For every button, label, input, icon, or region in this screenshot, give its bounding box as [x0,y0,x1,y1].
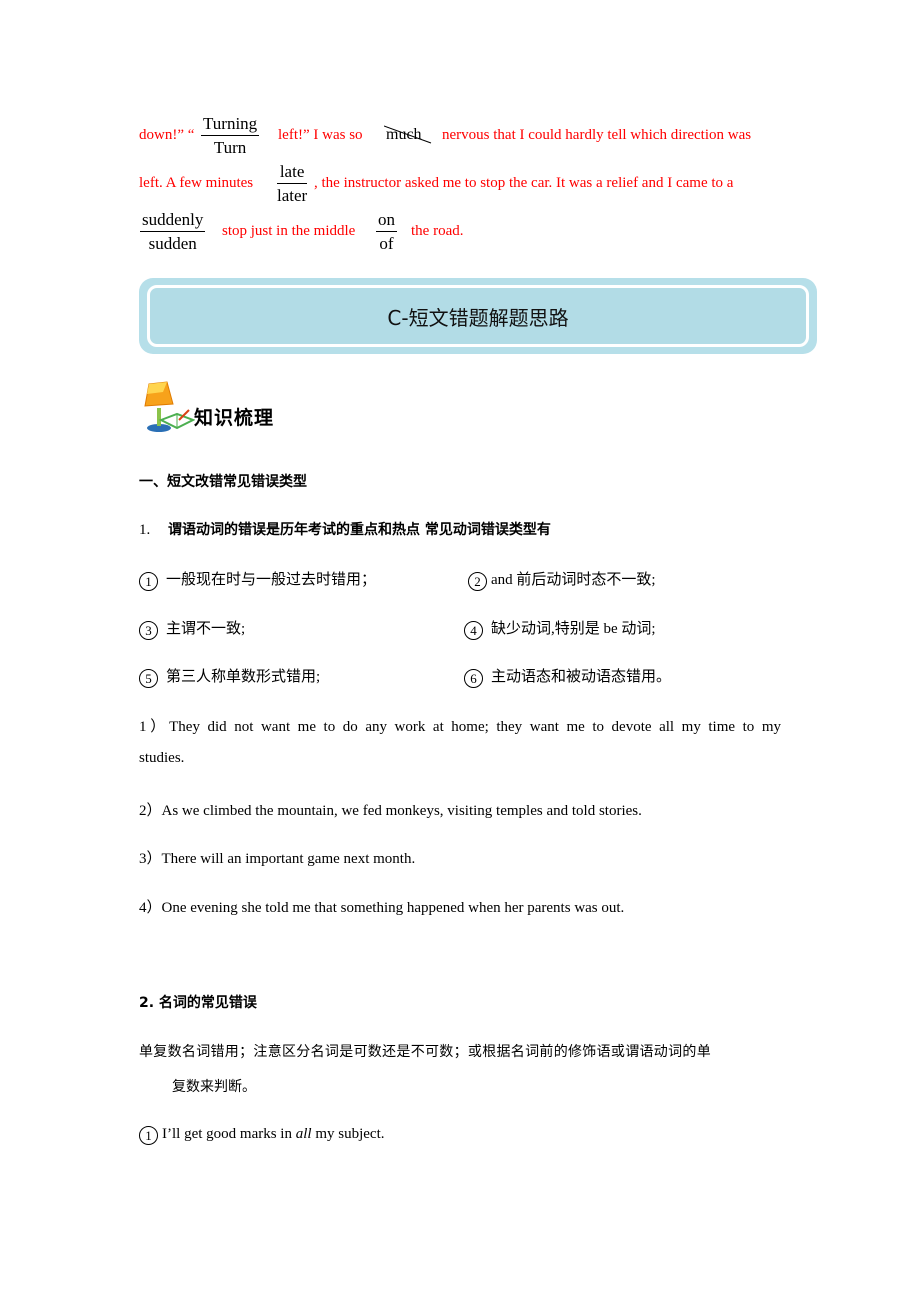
passage-line-1: down!” “ [139,127,194,144]
section-banner: C-短文错题解题思路 [139,278,817,354]
correct-word: suddenly [140,209,206,232]
example-label: 3） [139,851,162,867]
example-sentence: 4）One evening she told me that something… [139,896,624,917]
example-label: 2） [139,803,162,819]
example-sentence: 1）They did not want me to do any work at… [139,715,781,736]
subsection-title: 谓语动词的错误是历年考试的重点和热点 常见动词错误类型有 [168,522,551,538]
correction-turning: Turning Turn [201,113,260,160]
correction-sudden: suddenly sudden [140,209,206,256]
example-sentence: 3）There will an important game next mont… [139,847,415,868]
deleted-word: much [384,125,432,144]
error-type-item: 1 一般现在时与一般过去时错用； [139,568,376,591]
correct-word: on [376,209,397,232]
circled-number: 4 [464,621,483,640]
example-text: As we climbed the mountain, we fed monke… [161,803,642,819]
passage-text: the road. [411,223,464,239]
passage-text: left!” I was so [278,127,363,143]
error-type-item: 4 缺少动词,特别是 be 动词; [464,617,656,640]
section-heading: 一、短文改错常见错误类型 [139,474,307,490]
error-type-item: 2 and 前后动词时态不一致; [468,568,656,591]
knowledge-title: 知识梳理 [194,407,275,429]
example-text: They did not want me to do any work at h… [169,719,781,735]
error-type-item: 6 主动语态和被动语态错用。 [464,665,671,688]
example-continuation: studies. [139,750,185,766]
passage-text: , the instructor asked me to stop the ca… [314,175,734,191]
example-label: 1） [139,719,170,735]
correct-word: late [277,161,308,184]
error-type-text: 一般现在时与一般过去时错用； [166,572,377,588]
passage-text: down!” “ [139,127,195,143]
passage-text: stop just in the middle [222,223,356,239]
circled-number: 6 [464,669,483,688]
example-text: There will an important game next month. [161,851,416,867]
wrong-word: Turn [213,138,247,157]
circled-number: 3 [139,621,158,640]
error-type-item: 3 主谓不一致; [139,617,245,640]
wrong-word: sudden [148,234,197,253]
error-type-text: 主动语态和被动语态错用。 [491,669,672,685]
subsection-heading: 1. 谓语动词的错误是历年考试的重点和热点 常见动词错误类型有 [139,519,551,539]
wrong-word: later [277,186,308,205]
correction-later: late later [277,161,308,208]
circled-number: 5 [139,669,158,688]
description-text: 复数来判断。 [172,1079,256,1095]
passage-text: nervous that I could hardly tell which d… [442,127,752,143]
example-label: 4） [139,900,162,916]
error-type-item: 5 第三人称单数形式错用; [139,665,320,688]
subsection-heading: 2. 名词的常见错误 [139,995,257,1011]
error-type-text: and 前后动词时态不一致; [491,572,656,588]
description-text: 单复数名词错用；注意区分名词是可数还是不可数；或根据名词前的修饰语或谓语动词的单 [139,1044,711,1060]
example-text: One evening she told me that something h… [161,900,625,916]
example-sentence: 2）As we climbed the mountain, we fed mon… [139,799,642,820]
correction-of: on of [376,209,397,256]
circled-number: 1 [139,1126,158,1145]
error-type-text: 主谓不一致; [166,621,246,637]
error-type-text: 第三人称单数形式错用; [166,669,321,685]
banner-title: C-短文错题解题思路 [387,305,569,330]
error-type-text: 缺少动词,特别是 be 动词; [491,621,656,637]
noun-example: 1 I’ll get good marks in all my subject. [139,1126,384,1145]
example-italic-word: all [295,1126,312,1142]
lamp-book-icon [143,380,196,435]
circled-number: 2 [468,572,487,591]
banner-inner: C-短文错题解题思路 [147,285,809,347]
example-text-after: my subject. [311,1126,385,1142]
circled-number: 1 [139,572,158,591]
subsection-number: 1. [139,522,151,538]
passage-text: left. A few minutes [139,175,254,191]
correct-word: Turning [201,113,260,136]
wrong-word: of [379,234,394,253]
strike-through-icon [384,125,432,144]
example-text-before: I’ll get good marks in [162,1126,296,1142]
